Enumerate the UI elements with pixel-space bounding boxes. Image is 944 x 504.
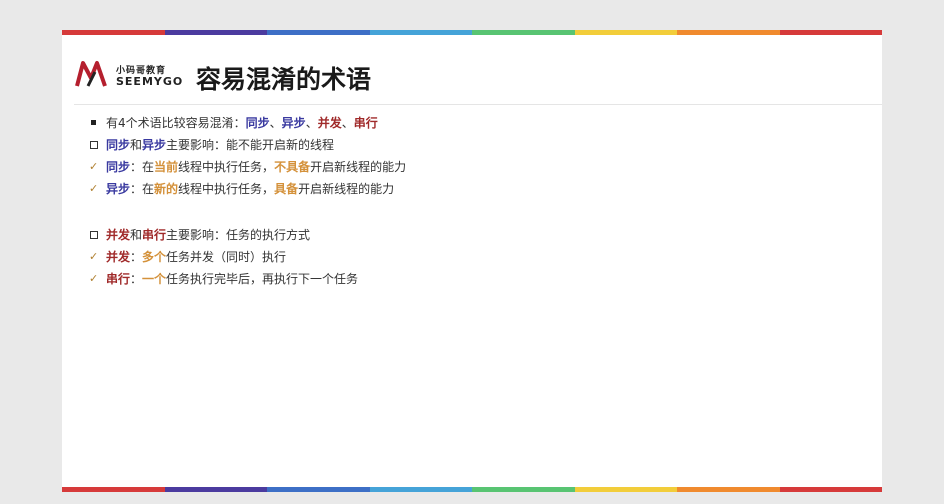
highlighted-term: 并发 bbox=[106, 228, 131, 242]
line-text: 、 bbox=[269, 116, 282, 130]
line-text: 开启新线程的能力 bbox=[310, 160, 407, 174]
highlighted-term: 当前 bbox=[154, 160, 179, 174]
top-color-bar bbox=[62, 30, 882, 35]
slide-title: 容易混淆的术语 bbox=[196, 65, 372, 94]
logo-m-icon bbox=[75, 61, 107, 87]
color-bar-segment bbox=[267, 487, 370, 492]
color-bar-segment bbox=[574, 487, 677, 492]
line-text: 和 bbox=[130, 228, 143, 242]
checkmark-icon: ✓ bbox=[89, 160, 99, 173]
hollow-square-bullet-icon bbox=[89, 134, 101, 156]
highlighted-term: 同步 bbox=[106, 160, 131, 174]
logo-english-text: SEEMYGO bbox=[116, 75, 184, 88]
line-text: 和 bbox=[130, 138, 143, 152]
color-bar-segment bbox=[677, 30, 780, 35]
highlighted-term: 同步 bbox=[106, 138, 131, 152]
line-text: 开启新线程的能力 bbox=[298, 182, 395, 196]
highlighted-term: 异步 bbox=[142, 138, 167, 152]
bullet-line: ✓ 串行：一个任务执行完毕后，再执行下一个任务 bbox=[88, 268, 868, 290]
checkmark-icon: ✓ bbox=[89, 182, 99, 195]
line-text: 主要影响：能不能开启新的线程 bbox=[166, 138, 335, 152]
hollow-square-bullet-icon bbox=[89, 224, 101, 246]
line-text: 有4个术语比较容易混淆： bbox=[106, 116, 246, 130]
line-text: 、 bbox=[341, 116, 354, 130]
highlighted-term: 一个 bbox=[142, 272, 167, 286]
title-divider bbox=[74, 104, 882, 105]
highlighted-term: 并发 bbox=[106, 250, 131, 264]
checkmark-icon: ✓ bbox=[89, 250, 99, 263]
bullet-line: 有4个术语比较容易混淆：同步、异步、并发、串行 bbox=[88, 112, 868, 134]
color-bar-segment bbox=[62, 487, 165, 492]
bottom-color-bar bbox=[62, 487, 882, 492]
color-bar-segment bbox=[779, 487, 882, 492]
line-text: 任务并发（同时）执行 bbox=[166, 250, 287, 264]
color-bar-segment bbox=[472, 30, 575, 35]
line-text: ：在 bbox=[130, 160, 155, 174]
highlighted-term: 异步 bbox=[281, 116, 306, 130]
color-bar-segment bbox=[369, 487, 472, 492]
color-bar-segment bbox=[574, 30, 677, 35]
bullet-line: ✓ 同步：在当前线程中执行任务，不具备开启新线程的能力 bbox=[88, 156, 868, 178]
highlighted-term: 不具备 bbox=[274, 160, 311, 174]
highlighted-term: 并发 bbox=[317, 116, 342, 130]
color-bar-segment bbox=[164, 487, 267, 492]
bullet-line: 并发和串行主要影响：任务的执行方式 bbox=[88, 224, 868, 246]
slide: 小码哥教育 SEEMYGO 容易混淆的术语 有4个术语比较容易混淆：同步、异步、… bbox=[62, 30, 882, 492]
highlighted-term: 同步 bbox=[245, 116, 270, 130]
highlighted-term: 串行 bbox=[353, 116, 378, 130]
line-text: 主要影响：任务的执行方式 bbox=[166, 228, 311, 242]
checkmark-icon: ✓ bbox=[89, 272, 99, 285]
bullet-line: ✓ 异步：在新的线程中执行任务，具备开启新线程的能力 bbox=[88, 178, 868, 200]
highlighted-term: 异步 bbox=[106, 182, 131, 196]
color-bar-segment bbox=[677, 487, 780, 492]
highlighted-term: 串行 bbox=[142, 228, 167, 242]
line-text: ：在 bbox=[130, 182, 155, 196]
color-bar-segment bbox=[779, 30, 882, 35]
line-text: 线程中执行任务， bbox=[178, 182, 275, 196]
bullet-line: ✓ 并发：多个任务并发（同时）执行 bbox=[88, 246, 868, 268]
square-bullet-icon bbox=[89, 112, 101, 134]
line-text: 任务执行完毕后，再执行下一个任务 bbox=[166, 272, 359, 286]
color-bar-segment bbox=[472, 487, 575, 492]
color-bar-segment bbox=[164, 30, 267, 35]
line-text: ： bbox=[130, 272, 143, 286]
color-bar-segment bbox=[267, 30, 370, 35]
line-text: 、 bbox=[305, 116, 318, 130]
bullet-line: 同步和异步主要影响：能不能开启新的线程 bbox=[88, 134, 868, 156]
color-bar-segment bbox=[369, 30, 472, 35]
highlighted-term: 串行 bbox=[106, 272, 131, 286]
highlighted-term: 具备 bbox=[274, 182, 299, 196]
color-bar-segment bbox=[62, 30, 165, 35]
highlighted-term: 多个 bbox=[142, 250, 167, 264]
highlighted-term: 新的 bbox=[154, 182, 179, 196]
logo: 小码哥教育 SEEMYGO bbox=[74, 58, 194, 92]
line-text: 线程中执行任务， bbox=[178, 160, 275, 174]
bullet-list: 有4个术语比较容易混淆：同步、异步、并发、串行 同步和异步主要影响：能不能开启新的… bbox=[88, 112, 868, 290]
line-text: ： bbox=[130, 250, 143, 264]
